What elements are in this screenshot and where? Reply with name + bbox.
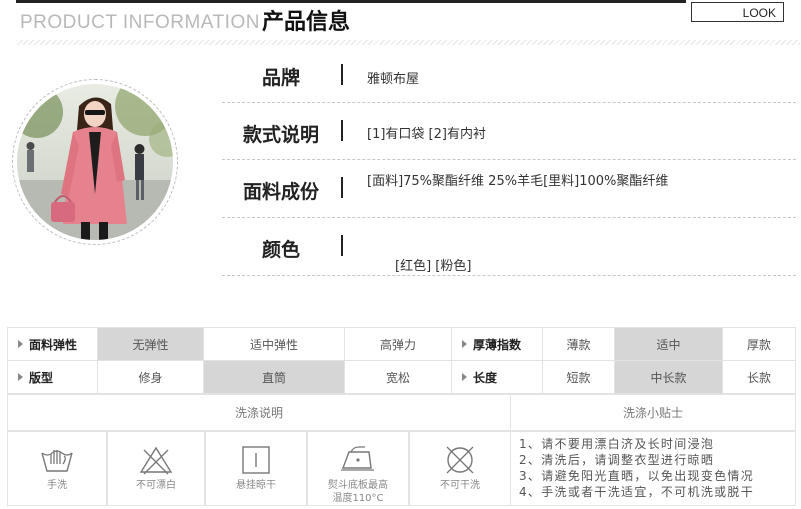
spec-divider xyxy=(341,120,343,141)
spec-row-brand: 品牌 雅顿布屋 xyxy=(222,48,796,103)
attribute-grid: 面料弹性 无弹性 适中弹性 高弹力 厚薄指数 薄款 适中 厚款版型 修身 直筒 宽松 长度 短款 中长款长… xyxy=(7,327,796,394)
attribute-option: 厚款 xyxy=(722,327,796,361)
wash-tip: 3、请避免阳光直晒，以免出现变色情况 xyxy=(519,469,755,483)
wash-cell-no-bleach: 不可漂白 xyxy=(107,431,205,506)
attribute-option: 高弹力 xyxy=(344,327,452,361)
top-rule xyxy=(16,0,686,3)
spec-label-style: 款式说明 xyxy=(242,124,319,146)
no-bleach-icon xyxy=(139,446,173,475)
attribute-row: 面料弹性 无弹性 适中弹性 高弹力 厚薄指数 薄款 适中 厚款 xyxy=(7,327,796,361)
spec-label-brand: 品牌 xyxy=(261,67,300,89)
hang-dry-icon xyxy=(242,446,270,474)
attribute-heading-label: 版型 xyxy=(29,370,54,385)
attribute-heading-label: 长度 xyxy=(473,370,498,385)
attribute-heading: 面料弹性 xyxy=(7,327,98,361)
spec-value-brand: 雅顿布屋 xyxy=(367,72,420,87)
triangle-right-icon xyxy=(462,339,467,348)
attribute-heading-label: 厚薄指数 xyxy=(473,337,522,352)
title-english: PRODUCT INFORMATION xyxy=(20,12,260,33)
attribute-row: 版型 修身 直筒 宽松 长度 短款 中长款 长款 xyxy=(7,360,796,394)
attribute-heading: 版型 xyxy=(7,360,98,394)
wash-caption: 熨斗底板最高 温度110°C xyxy=(308,479,408,505)
spec-value-fabric: [面料]75%聚酯纤维 25%羊毛[里料]100%聚酯纤维 xyxy=(367,174,669,189)
wash-tip: 2、清洗后，请调整衣型进行晾晒 xyxy=(519,453,715,467)
spec-row-style: 款式说明 [1]有口袋 [2]有内衬 xyxy=(222,103,796,160)
spec-value-style: [1]有口袋 [2]有内衬 xyxy=(367,127,486,142)
model-portrait xyxy=(17,84,173,240)
iron-caption-line1: 熨斗底板最高 xyxy=(328,480,388,491)
wash-cell-iron: 熨斗底板最高 温度110°C xyxy=(307,431,409,506)
hand-wash-icon xyxy=(41,450,73,472)
attribute-heading: 厚薄指数 xyxy=(451,327,543,361)
attribute-option: 宽松 xyxy=(344,360,452,394)
attribute-option: 适中弹性 xyxy=(203,327,345,361)
spec-value-color: [红色] [粉色] xyxy=(395,259,472,274)
attribute-option: 短款 xyxy=(542,360,615,394)
triangle-right-icon xyxy=(462,372,467,381)
iron-caption-line2: 温度110°C xyxy=(332,493,384,504)
spec-label-color: 颜色 xyxy=(261,239,300,261)
wash-cell-hand-wash: 手洗 xyxy=(7,431,107,506)
attribute-option: 长款 xyxy=(722,360,796,394)
wash-caption: 不可漂白 xyxy=(136,480,176,491)
spec-row-color: 颜色 [红色] [粉色] xyxy=(222,218,796,276)
attribute-option: 薄款 xyxy=(542,327,615,361)
wash-instructions-title: 洗涤说明 xyxy=(7,394,511,431)
wash-caption: 手洗 xyxy=(47,480,67,491)
look-button[interactable]: LOOK xyxy=(691,2,784,22)
header-hatch-band xyxy=(16,40,800,45)
attribute-heading-label: 面料弹性 xyxy=(29,337,78,352)
spec-label-fabric: 面料成份 xyxy=(242,181,319,203)
attribute-option: 无弹性 xyxy=(97,327,204,361)
wash-tips-title: 洗涤小贴士 xyxy=(510,394,796,431)
wash-tips-list: 1、请不要用漂白济及长时间浸泡 2、清洗后，请调整衣型进行晾晒 3、请避免阳光直… xyxy=(510,431,796,506)
attribute-option: 适中 xyxy=(614,327,723,361)
attribute-option: 直筒 xyxy=(203,360,345,394)
no-dry-clean-icon xyxy=(446,446,474,474)
spec-row-fabric: 面料成份 [面料]75%聚酯纤维 25%羊毛[里料]100%聚酯纤维 xyxy=(222,160,796,218)
wash-tip: 4、手洗或者干洗适宜，不可机洗或脱干 xyxy=(519,485,755,499)
triangle-right-icon xyxy=(18,372,23,381)
triangle-right-icon xyxy=(18,339,23,348)
attribute-option: 修身 xyxy=(97,360,204,394)
wash-caption: 不可干洗 xyxy=(440,480,480,491)
attribute-option: 中长款 xyxy=(614,360,723,394)
wash-cell-hang-dry: 悬挂晾干 xyxy=(205,431,307,506)
iron-icon xyxy=(341,446,374,471)
wash-caption: 悬挂晾干 xyxy=(236,480,276,491)
attribute-heading: 长度 xyxy=(451,360,543,394)
spec-divider xyxy=(341,64,343,85)
spec-divider xyxy=(341,235,343,256)
wash-tip: 1、请不要用漂白济及长时间浸泡 xyxy=(519,437,715,451)
wash-cell-no-dry-clean: 不可干洗 xyxy=(409,431,511,506)
title-chinese: 产品信息 xyxy=(262,10,351,35)
spec-divider xyxy=(341,177,343,198)
